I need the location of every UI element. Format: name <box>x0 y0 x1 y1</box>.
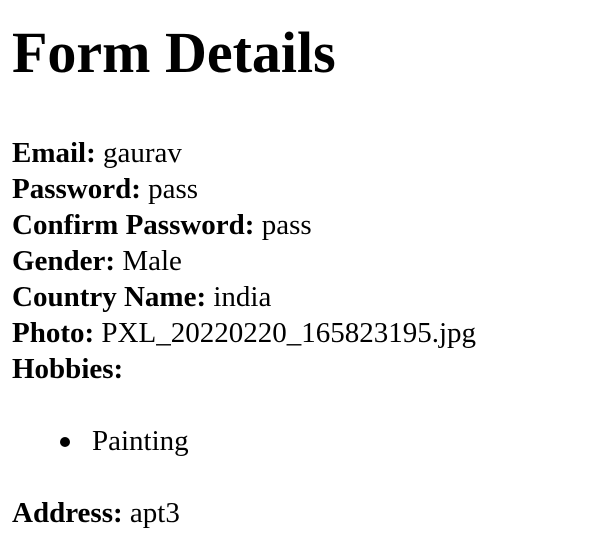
confirm-password-label: Confirm Password: <box>12 209 255 241</box>
password-value: pass <box>148 173 199 205</box>
photo-row: Photo: PXL_20220220_165823195.jpg <box>12 315 592 351</box>
gender-value: Male <box>122 245 182 277</box>
country-row: Country Name: india <box>12 279 592 315</box>
gender-label: Gender: <box>12 245 116 277</box>
confirm-password-value: pass <box>261 209 312 241</box>
address-row: Address: apt3 <box>12 495 592 531</box>
password-row: Password: pass <box>12 171 592 207</box>
page-title: Form Details <box>12 20 336 85</box>
email-row: Email: gaurav <box>12 135 592 171</box>
confirm-password-row: Confirm Password: pass <box>12 207 592 243</box>
hobbies-label: Hobbies: <box>12 353 124 385</box>
hobbies-list: Painting <box>12 423 592 459</box>
form-fields: Email: gaurav Password: pass Confirm Pas… <box>12 135 592 387</box>
list-item: Painting <box>60 423 592 459</box>
country-value: india <box>213 281 272 313</box>
email-label: Email: <box>12 137 96 169</box>
photo-value: PXL_20220220_165823195.jpg <box>101 317 477 349</box>
form-details-page: Form Details Email: gaurav Password: pas… <box>0 0 592 531</box>
hobby-label: Painting <box>92 425 189 457</box>
address-label: Address: <box>12 497 123 529</box>
address-value: apt3 <box>129 497 180 529</box>
email-value: gaurav <box>103 137 182 169</box>
bullet-icon <box>60 437 70 447</box>
country-label: Country Name: <box>12 281 207 313</box>
photo-label: Photo: <box>12 317 95 349</box>
password-label: Password: <box>12 173 141 205</box>
hobbies-row: Hobbies: <box>12 351 592 387</box>
gender-row: Gender: Male <box>12 243 592 279</box>
